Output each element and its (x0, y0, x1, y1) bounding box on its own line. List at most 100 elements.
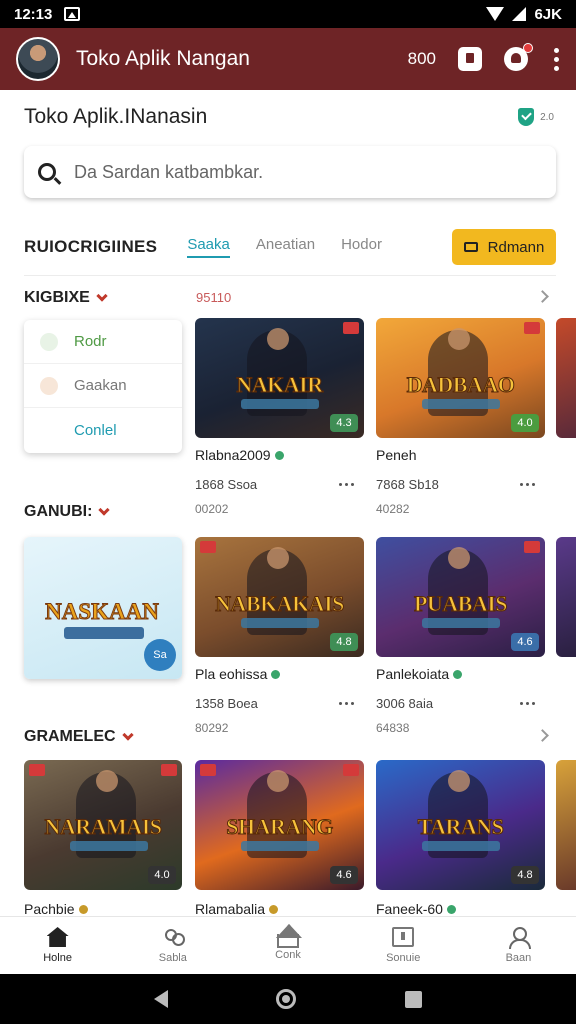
calendar-icon (392, 927, 415, 947)
verified-icon (271, 669, 281, 679)
flag-icon (200, 764, 216, 776)
game-art-banner (241, 618, 319, 628)
game-name: Faneek-60 (376, 901, 443, 917)
nav-sonuie[interactable]: Sonuie (346, 917, 461, 974)
tab-hodor[interactable]: Hodor (341, 236, 382, 258)
dropdown-menu: Rodr Gaakan Conlel (24, 320, 182, 453)
search-input[interactable] (74, 161, 514, 183)
game-card[interactable]: NARAMAIS 4.0 Pachbie (24, 760, 182, 918)
page-title: Toko Aplik.INanasin (24, 105, 208, 128)
nav-label: Holne (43, 952, 72, 964)
nav-home[interactable]: Holne (0, 917, 115, 974)
flag-icon (524, 541, 540, 553)
more-options-icon[interactable] (520, 701, 535, 705)
recent-apps-icon[interactable] (404, 990, 422, 1008)
game-thumbnail[interactable]: PUABAIS 4.6 (376, 537, 545, 657)
more-menu-icon[interactable] (550, 47, 562, 71)
rating-badge: 4.8 (330, 633, 358, 651)
image-notification-icon (64, 7, 81, 21)
more-options-icon[interactable] (339, 482, 354, 486)
page-header: Toko Aplik.INanasin 2.0 (24, 104, 554, 130)
nav-baan[interactable]: Baan (461, 917, 576, 974)
search-bar[interactable] (24, 146, 556, 198)
next-card-peek[interactable] (556, 318, 576, 438)
notification-icon[interactable] (504, 43, 533, 71)
chevron-right-icon[interactable] (536, 290, 549, 303)
section-title: GANUBI: (24, 503, 93, 520)
status-bar: 12:13 6JK (0, 0, 576, 28)
game-name: Rlabna2009 (195, 447, 271, 463)
game-card[interactable]: NAKAIR 4.3 Rlabna2009 1868 Ssoa 00202 (195, 318, 364, 518)
game-thumbnail[interactable]: NABKAKAIS 4.8 (195, 537, 364, 657)
game-thumbnail[interactable]: NAKAIR 4.3 (195, 318, 364, 438)
tab-aneatian[interactable]: Aneatian (256, 236, 315, 258)
user-icon (507, 927, 532, 949)
rating-badge: 4.6 (330, 866, 358, 884)
game-name-row: Rlabna2009 (195, 446, 364, 464)
game-card[interactable]: NABKAKAIS 4.8 Pla eohissa 1358 Boea 8029… (195, 537, 364, 737)
game-art-banner (70, 841, 148, 851)
nav-label: Sonuie (386, 952, 421, 964)
game-meta-row: 3006 8aia (376, 695, 545, 711)
back-icon[interactable] (154, 990, 169, 1008)
status-time: 12:13 (14, 5, 53, 23)
next-card-peek[interactable] (556, 537, 576, 657)
menu-item-rodr[interactable]: Rodr (24, 320, 182, 364)
promo-card[interactable]: NASKAAN Sa (24, 537, 182, 679)
nav-conk[interactable]: Conk (230, 917, 345, 974)
nav-label: Baan (505, 952, 532, 964)
game-art-banner (241, 841, 319, 851)
nav-sabla[interactable]: Sabla (115, 917, 230, 974)
house-icon (277, 934, 299, 948)
ticket-icon (463, 242, 478, 252)
app-title: Toko Aplik Nangan (76, 47, 250, 70)
notification-badge (523, 43, 533, 53)
filter-row: RUIOCRIGIINES Saaka Aneatian Hodor Rdman… (24, 228, 556, 266)
more-options-icon[interactable] (339, 701, 354, 705)
game-meta: 1868 Ssoa (195, 476, 258, 492)
more-options-icon[interactable] (520, 482, 535, 486)
flag-icon (343, 764, 359, 776)
shield-icon[interactable] (518, 108, 535, 126)
home-button-icon[interactable] (276, 989, 297, 1009)
game-thumbnail[interactable]: SHARANG 4.6 (195, 760, 364, 890)
game-art-title: NABKAKAIS (215, 591, 345, 617)
app-bar: Toko Aplik Nangan 800 (0, 28, 576, 90)
game-meta: 7868 Sb18 (376, 476, 439, 492)
promo-badge[interactable]: Sa (144, 639, 176, 671)
game-card[interactable]: SHARANG 4.6 Rlamabalia (195, 760, 364, 918)
game-thumbnail[interactable]: DADBAAO 4.0 (376, 318, 545, 438)
game-name-row: Panlekoiata (376, 665, 545, 683)
filter-label: RUIOCRIGIINES (24, 237, 158, 256)
search-icon (38, 163, 56, 181)
next-card-peek[interactable] (556, 760, 576, 890)
game-meta: 1358 Boea (195, 695, 258, 711)
menu-item-icon (40, 376, 58, 395)
section-count: 95110 (196, 290, 232, 305)
game-name-row: Pla eohissa (195, 665, 364, 683)
section-header-kigbixe[interactable]: KIGBIXE (24, 287, 108, 309)
menu-item-gaakan[interactable]: Gaakan (24, 364, 182, 408)
game-thumbnail[interactable]: TARANS 4.8 (376, 760, 545, 890)
nav-label: Sabla (158, 952, 187, 964)
wifi-icon (486, 7, 505, 21)
avatar[interactable] (16, 37, 60, 81)
game-art-title: PUABAIS (413, 591, 508, 617)
game-art-title: NARAMAIS (44, 814, 163, 840)
verified-icon (269, 904, 279, 914)
game-size: 64838 (376, 721, 410, 735)
game-thumbnail[interactable]: NARAMAIS 4.0 (24, 760, 182, 890)
rdmann-button[interactable]: Rdmann (452, 229, 556, 265)
section-header-gramelec[interactable]: GRAMELEC (24, 726, 134, 748)
game-card[interactable]: TARANS 4.8 Faneek-60 (376, 760, 545, 918)
game-name: Pla eohissa (195, 666, 268, 682)
store-icon[interactable] (458, 47, 482, 71)
game-name: Panlekoiata (376, 666, 450, 682)
tab-saaka[interactable]: Saaka (187, 236, 230, 258)
game-card[interactable]: DADBAAO 4.0 Peneh 7868 Sb18 40282 (376, 318, 545, 518)
chevron-down-icon (121, 729, 134, 741)
section-header-ganubi[interactable]: GANUBI: (24, 501, 111, 523)
menu-item-conlel[interactable]: Conlel (24, 408, 182, 452)
game-card[interactable]: PUABAIS 4.6 Panlekoiata 3006 8aia 64838 (376, 537, 545, 737)
filter-tabs: Saaka Aneatian Hodor (187, 236, 382, 258)
